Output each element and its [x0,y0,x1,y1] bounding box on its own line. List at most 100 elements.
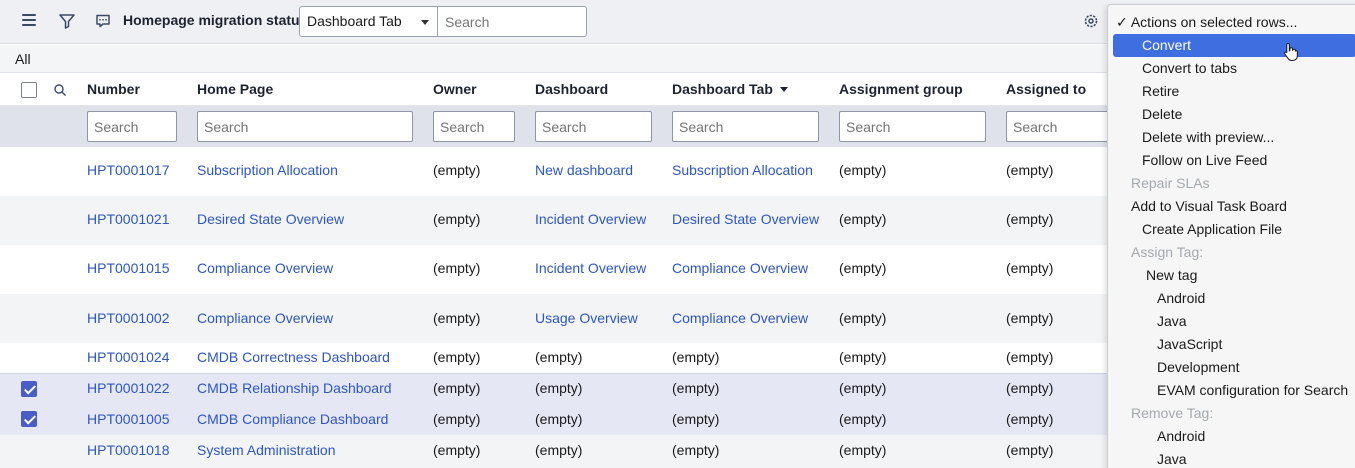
cell-home-page[interactable]: Desired State Overview [197,211,344,227]
menu-item-tag-development[interactable]: Development [1108,356,1355,379]
hamburger-menu-icon[interactable] [22,14,36,28]
cell-dashboard: (empty) [535,411,583,427]
filter-icon[interactable] [58,12,76,30]
row-checkbox[interactable] [21,381,37,397]
menu-item-new-tag[interactable]: New tag [1108,264,1355,287]
menu-item-label: Create Application File [1142,221,1283,237]
cell-home-page[interactable]: CMDB Correctness Dashboard [197,349,390,365]
cell-dashboard[interactable]: Usage Overview [535,310,638,326]
search-icon[interactable] [53,83,67,97]
column-header-owner[interactable]: Owner [433,81,477,97]
cell-dashboard-tab[interactable]: Subscription Allocation [672,162,813,178]
filter-input-assigned-to[interactable] [1006,111,1116,142]
cell-dashboard[interactable]: Incident Overview [535,260,646,276]
filter-input-dashboard[interactable] [535,111,652,142]
cell-assignment-group: (empty) [839,411,887,427]
hand-pointer-cursor-icon [1284,42,1298,61]
context-menu: ✓ Actions on selected rows... Convert Co… [1107,4,1355,468]
menu-item-convert-to-tabs[interactable]: Convert to tabs [1108,57,1355,80]
cell-assigned-to: (empty) [1006,310,1054,326]
menu-item-tag-android[interactable]: Android [1108,287,1355,310]
cell-number[interactable]: HPT0001022 [87,380,170,396]
menu-item-label: Assign Tag: [1131,244,1204,260]
cell-number[interactable]: HPT0001005 [87,411,170,427]
menu-item-tag-javascript[interactable]: JavaScript [1108,333,1355,356]
menu-item-label: Convert to tabs [1142,60,1237,76]
select-all-checkbox[interactable] [21,82,37,98]
menu-item-convert[interactable]: Convert [1113,34,1355,57]
cell-dashboard-tab[interactable]: Desired State Overview [672,211,819,227]
filter-input-dashboard-tab[interactable] [672,111,819,142]
cell-owner: (empty) [433,411,481,427]
menu-item-delete[interactable]: Delete [1108,103,1355,126]
cell-dashboard[interactable]: New dashboard [535,162,633,178]
cell-home-page[interactable]: Subscription Allocation [197,162,338,178]
search-field-select-value: Dashboard Tab [307,13,402,29]
menu-item-remove-tag-android[interactable]: Android [1108,425,1355,448]
gear-icon[interactable] [1082,12,1100,30]
menu-item-label: Java [1157,313,1187,329]
page-title: Homepage migration status [123,12,308,28]
cell-owner: (empty) [433,162,481,178]
cell-number[interactable]: HPT0001017 [87,162,170,178]
menu-item-delete-with-preview[interactable]: Delete with preview... [1108,126,1355,149]
cell-number[interactable]: HPT0001015 [87,260,170,276]
cell-dashboard-tab[interactable]: Compliance Overview [672,260,808,276]
cell-dashboard-tab: (empty) [672,349,720,365]
column-header-dashboard[interactable]: Dashboard [535,81,608,97]
menu-item-label: Android [1157,290,1206,306]
cell-home-page[interactable]: CMDB Relationship Dashboard [197,380,392,396]
cell-assignment-group: (empty) [839,260,887,276]
filter-input-number[interactable] [87,111,177,142]
menu-item-label: Add to Visual Task Board [1131,198,1287,214]
menu-item-follow-on-live-feed[interactable]: Follow on Live Feed [1108,149,1355,172]
menu-item-label: New tag [1146,267,1198,283]
menu-item-retire[interactable]: Retire [1108,80,1355,103]
search-field-select[interactable]: Dashboard Tab [299,6,438,37]
menu-item-actions-header[interactable]: ✓ Actions on selected rows... [1108,11,1355,34]
menu-item-tag-evam-configuration[interactable]: EVAM configuration for Search [1108,379,1355,402]
column-header-dashboard-tab[interactable]: Dashboard Tab [672,81,788,97]
filter-input-assignment-group[interactable] [839,111,986,142]
menu-item-label: JavaScript [1157,336,1223,352]
menu-item-label: Remove Tag: [1131,405,1214,421]
menu-item-tag-java[interactable]: Java [1108,310,1355,333]
sort-descending-icon [779,86,788,92]
menu-item-label: EVAM configuration for Search [1157,382,1349,398]
cell-dashboard: (empty) [535,442,583,458]
filter-input-home-page[interactable] [197,111,413,142]
cell-assignment-group: (empty) [839,349,887,365]
cell-dashboard[interactable]: Incident Overview [535,211,646,227]
menu-item-create-application-file[interactable]: Create Application File [1108,218,1355,241]
cell-number[interactable]: HPT0001024 [87,349,170,365]
column-header-assigned-to[interactable]: Assigned to [1006,81,1086,97]
search-input[interactable] [437,6,587,37]
column-header-home-page[interactable]: Home Page [197,81,273,97]
menu-item-label: Follow on Live Feed [1142,152,1268,168]
cell-number[interactable]: HPT0001021 [87,211,170,227]
breadcrumb-all[interactable]: All [15,51,31,67]
cell-owner: (empty) [433,260,481,276]
cell-home-page[interactable]: CMDB Compliance Dashboard [197,411,388,427]
cell-home-page[interactable]: System Administration [197,442,336,458]
cell-assignment-group: (empty) [839,442,887,458]
comment-icon[interactable] [94,12,112,30]
column-header-number[interactable]: Number [87,81,140,97]
column-header-assignment-group[interactable]: Assignment group [839,81,963,97]
cell-number[interactable]: HPT0001018 [87,442,170,458]
column-header-dashboard-tab-label: Dashboard Tab [672,81,773,97]
menu-item-add-to-visual-task-board[interactable]: Add to Visual Task Board [1108,195,1355,218]
cell-dashboard-tab: (empty) [672,442,720,458]
cell-assignment-group: (empty) [839,211,887,227]
cell-dashboard: (empty) [535,349,583,365]
cell-home-page[interactable]: Compliance Overview [197,310,333,326]
row-checkbox[interactable] [21,411,37,427]
cell-home-page[interactable]: Compliance Overview [197,260,333,276]
filter-input-owner[interactable] [433,111,515,142]
cell-number[interactable]: HPT0001002 [87,310,170,326]
cell-dashboard-tab: (empty) [672,380,720,396]
menu-item-remove-tag-java[interactable]: Java [1108,448,1355,468]
cell-dashboard-tab[interactable]: Compliance Overview [672,310,808,326]
cell-assigned-to: (empty) [1006,260,1054,276]
menu-item-label: Java [1157,451,1187,467]
